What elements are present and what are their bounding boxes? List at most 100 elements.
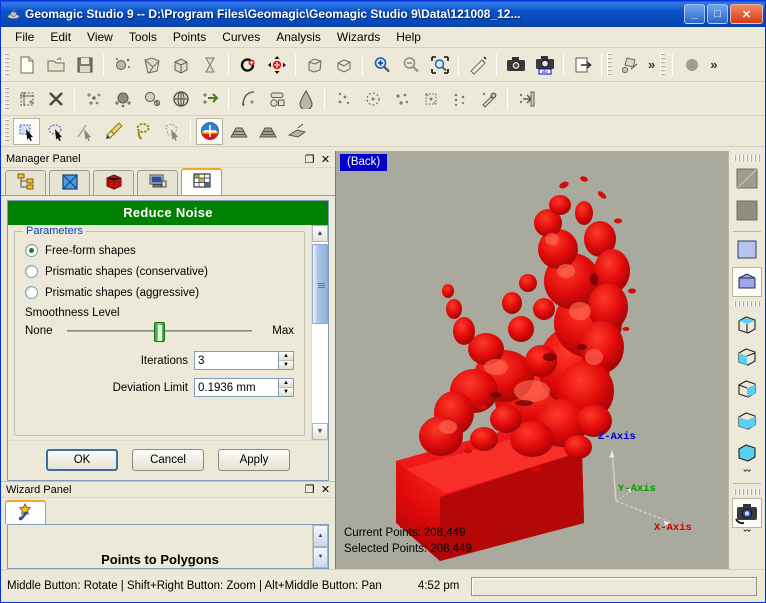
view-toolbar-grip[interactable] (734, 155, 760, 161)
shade-color-icon[interactable] (196, 117, 223, 145)
manager-panel-close-button[interactable]: ✕ (318, 152, 333, 166)
wizard-scroll-down[interactable]: ▼ (313, 546, 328, 568)
close-button[interactable]: ✕ (730, 4, 763, 24)
menu-item-edit[interactable]: Edit (42, 28, 79, 46)
move-icon[interactable] (263, 51, 290, 78)
wizard-tab[interactable] (5, 500, 46, 524)
zoom-fit-icon[interactable] (426, 51, 453, 78)
reduce-noise-scrollbar[interactable]: ▲ ▼ (311, 225, 328, 440)
view-toolbar-overflow[interactable]: ˇˇ (743, 470, 750, 481)
shade-flat-icon[interactable] (732, 164, 762, 194)
box-open-icon[interactable] (330, 51, 357, 78)
crop-icon[interactable] (13, 85, 40, 112)
view-front-icon[interactable] (225, 118, 252, 145)
shape-tools-icon[interactable] (616, 51, 643, 78)
box-solid-icon[interactable] (301, 51, 328, 78)
view-back-icon[interactable] (254, 118, 281, 145)
scatter-points-icon[interactable] (80, 85, 107, 112)
lasso-points-icon[interactable] (359, 85, 386, 112)
grid-points-icon[interactable] (417, 85, 444, 112)
iterations-input[interactable]: 3 (194, 351, 278, 370)
camera-icon[interactable] (502, 51, 529, 78)
new-document-icon[interactable] (13, 51, 40, 78)
zoom-in-icon[interactable] (368, 51, 395, 78)
camera-view-icon[interactable] (732, 498, 762, 528)
manager-tab-display[interactable] (49, 170, 90, 195)
lasso-select-icon[interactable] (129, 118, 156, 145)
iterations-spin-down[interactable]: ▼ (279, 361, 293, 369)
radio-prismatic-aggressive[interactable] (25, 286, 38, 299)
curve-tool-icon[interactable] (234, 85, 261, 112)
sphere-gray-icon[interactable] (678, 51, 705, 78)
deviation-limit-stepper[interactable]: 0.1936 mm ▲ ▼ (194, 378, 294, 397)
view-plane-icon[interactable] (283, 118, 310, 145)
export-points-icon[interactable] (513, 85, 540, 112)
toolbar-grip[interactable] (660, 52, 666, 77)
paint-select-icon[interactable] (100, 118, 127, 145)
view-toolbar-overflow-2[interactable]: ˇˇ (743, 530, 750, 541)
option-prismatic-conservative[interactable]: Prismatic shapes (conservative) (25, 265, 294, 278)
toolbar-grip[interactable] (607, 52, 612, 77)
menu-item-points[interactable]: Points (165, 28, 214, 46)
export-icon[interactable] (569, 51, 596, 78)
manager-tab-points[interactable] (93, 170, 134, 195)
3d-viewport[interactable]: (Back) Current Points: 208,449 Selected … (335, 151, 728, 569)
deviation-spin-up[interactable]: ▲ (279, 379, 293, 388)
delete-x-icon[interactable] (42, 85, 69, 112)
measure-ruler-icon[interactable] (464, 51, 491, 78)
manager-tab-model-tree[interactable] (5, 170, 46, 195)
minimize-button[interactable]: _ (684, 4, 705, 24)
deviation-limit-input[interactable]: 0.1936 mm (194, 378, 278, 397)
save-disk-icon[interactable] (71, 51, 98, 78)
toolbar-overflow-button-2[interactable]: » (706, 57, 721, 72)
scroll-down-button[interactable]: ▼ (312, 423, 328, 440)
view-toolbar-grip-3[interactable] (734, 489, 760, 495)
menu-item-file[interactable]: File (7, 28, 42, 46)
scrollbar-track[interactable] (312, 242, 328, 423)
select-scatter-icon[interactable] (330, 85, 357, 112)
iterations-stepper[interactable]: 3 ▲ ▼ (194, 351, 294, 370)
shade-smooth-icon[interactable] (732, 196, 762, 226)
radio-free-form-shapes[interactable] (25, 244, 38, 257)
menu-item-wizards[interactable]: Wizards (329, 28, 388, 46)
flat-blue-square-icon[interactable] (732, 235, 762, 265)
option-prismatic-aggressive[interactable]: Prismatic shapes (aggressive) (25, 286, 294, 299)
camera-abc-icon[interactable]: abc (531, 51, 558, 78)
view-toolbar-grip-2[interactable] (734, 301, 760, 307)
iterations-spin-up[interactable]: ▲ (279, 352, 293, 361)
cube-front-face-icon[interactable] (732, 342, 762, 372)
trim-points-icon[interactable] (446, 85, 473, 112)
maximize-button[interactable]: □ (707, 4, 728, 24)
menu-item-tools[interactable]: Tools (121, 28, 165, 46)
polygon-select-icon[interactable] (158, 118, 185, 145)
smoothness-slider-thumb[interactable] (153, 322, 165, 342)
cube-shape-icon[interactable] (167, 51, 194, 78)
menu-item-analysis[interactable]: Analysis (268, 28, 329, 46)
wrap-polygon-icon[interactable] (138, 51, 165, 78)
rectangle-select-icon[interactable] (13, 117, 40, 145)
scrollbar-thumb[interactable] (312, 244, 328, 324)
scroll-up-button[interactable]: ▲ (312, 225, 328, 242)
wizard-scrollbar[interactable]: ▲ ▼ (312, 525, 328, 568)
sample-points-icon[interactable] (138, 85, 165, 112)
ok-button[interactable]: OK (46, 449, 118, 471)
cube-left-face-icon[interactable] (732, 406, 762, 436)
disconnected-points-icon[interactable] (388, 85, 415, 112)
menu-item-curves[interactable]: Curves (214, 28, 268, 46)
fill-cone-icon[interactable] (292, 85, 319, 112)
toolbar-grip[interactable] (4, 52, 9, 77)
eyedropper-points-icon[interactable] (475, 85, 502, 112)
manager-panel-restore-button[interactable]: ❐ (302, 152, 317, 166)
apply-button[interactable]: Apply (218, 449, 290, 471)
cube-top-face-icon[interactable] (732, 310, 762, 340)
radio-prismatic-conservative[interactable] (25, 265, 38, 278)
wizard-panel-close-button[interactable]: ✕ (318, 483, 333, 497)
globe-grid-icon[interactable] (167, 85, 194, 112)
cube-bottom-face-icon[interactable] (732, 374, 762, 404)
smoothness-slider[interactable] (67, 322, 252, 342)
line-select-icon[interactable] (71, 118, 98, 145)
noise-cloud-icon[interactable] (109, 85, 136, 112)
point-cloud-icon[interactable] (109, 51, 136, 78)
wizard-panel-restore-button[interactable]: ❐ (302, 483, 317, 497)
rotate-icon[interactable] (234, 51, 261, 78)
